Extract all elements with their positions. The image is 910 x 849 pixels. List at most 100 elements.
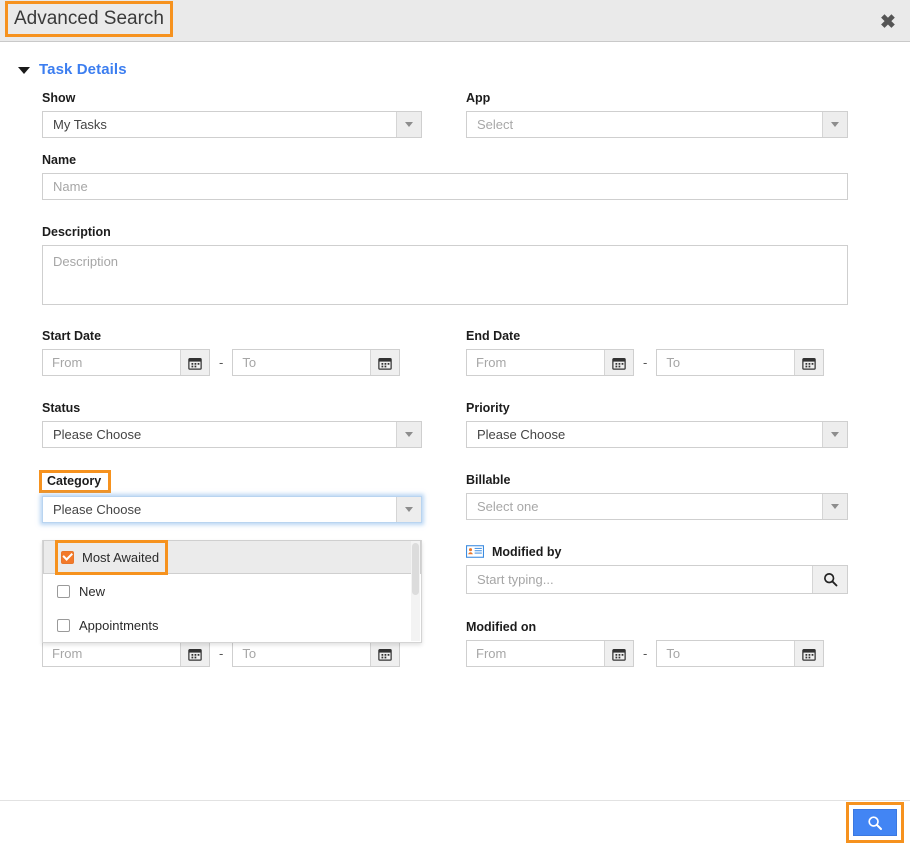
checkbox-new[interactable]: [57, 584, 70, 598]
modified-by-search[interactable]: [466, 565, 848, 594]
calendar-icon[interactable]: [180, 350, 209, 375]
calendar-icon[interactable]: [794, 641, 824, 666]
search-icon[interactable]: [812, 566, 847, 593]
start-date-to-input[interactable]: [233, 350, 371, 375]
search-icon: [868, 815, 882, 830]
calendar-icon[interactable]: [370, 641, 400, 666]
date-range-separator: -: [643, 355, 648, 370]
start-date-from-input[interactable]: [43, 350, 180, 375]
end-date-to[interactable]: [656, 349, 825, 376]
calendar-icon[interactable]: [794, 350, 824, 375]
dropdown-scrollbar[interactable]: [411, 541, 420, 641]
chevron-down-icon[interactable]: [822, 422, 847, 447]
name-input[interactable]: [42, 173, 848, 200]
status-select[interactable]: Please Choose: [42, 421, 422, 448]
row-name: Name: [0, 153, 910, 225]
dialog-title: Advanced Search: [5, 1, 173, 37]
field-status: Status Please Choose: [42, 401, 422, 448]
category-dropdown-panel[interactable]: Most Awaited New Appointments: [42, 539, 422, 643]
contact-card-icon: [466, 545, 484, 558]
status-select-value: Please Choose: [53, 427, 142, 442]
show-select-value: My Tasks: [53, 117, 107, 132]
close-icon[interactable]: ✖: [876, 10, 900, 34]
category-select-value: Please Choose: [53, 502, 142, 517]
chevron-down-icon[interactable]: [396, 112, 421, 137]
search-button[interactable]: [853, 809, 897, 836]
end-date-from-input[interactable]: [467, 350, 604, 375]
created-on-from[interactable]: [42, 640, 210, 667]
modified-on-to[interactable]: [656, 640, 825, 667]
status-label: Status: [42, 401, 81, 415]
created-on-from-input[interactable]: [43, 641, 180, 666]
row-description: Description: [0, 225, 910, 329]
start-date-label: Start Date: [42, 329, 102, 343]
field-name: Name: [42, 153, 848, 200]
row-show-app: Show My Tasks App Select: [0, 91, 910, 153]
row-dates: Start Date -: [0, 329, 910, 401]
modified-on-label: Modified on: [466, 620, 537, 634]
priority-select-value: Please Choose: [477, 427, 566, 442]
date-range-separator: -: [219, 355, 224, 370]
field-modified-on: Modified on -: [466, 620, 825, 667]
chevron-down-icon[interactable]: [396, 422, 421, 447]
created-on-to[interactable]: [232, 640, 401, 667]
billable-label: Billable: [466, 473, 511, 487]
calendar-icon[interactable]: [604, 350, 633, 375]
description-label: Description: [42, 225, 111, 239]
calendar-icon[interactable]: [604, 641, 633, 666]
modified-on-from-input[interactable]: [467, 641, 604, 666]
field-app: App Select: [466, 91, 848, 138]
dropdown-option-label: Appointments: [79, 617, 159, 633]
date-range-separator: -: [643, 646, 648, 661]
calendar-icon[interactable]: [180, 641, 209, 666]
description-textarea[interactable]: [42, 245, 848, 305]
show-label: Show: [42, 91, 76, 105]
advanced-search-dialog: Advanced Search ✖ Task Details Show My T…: [0, 0, 910, 849]
priority-select[interactable]: Please Choose: [466, 421, 848, 448]
created-on-to-input[interactable]: [233, 641, 371, 666]
dropdown-option-new[interactable]: New: [43, 574, 421, 608]
start-date-to[interactable]: [232, 349, 401, 376]
chevron-down-icon[interactable]: [822, 112, 847, 137]
chevron-down-icon[interactable]: [822, 494, 847, 519]
chevron-down-icon[interactable]: [18, 67, 30, 74]
checkbox-appointments[interactable]: [57, 618, 70, 632]
modified-on-to-input[interactable]: [657, 641, 795, 666]
dropdown-option-label: Most Awaited: [82, 549, 160, 565]
calendar-icon[interactable]: [370, 350, 400, 375]
task-details-section-header[interactable]: Task Details: [18, 61, 127, 78]
end-date-label: End Date: [466, 329, 521, 343]
category-label: Category: [38, 470, 112, 493]
field-category: Category Please Choose: [38, 470, 422, 523]
end-date-to-input[interactable]: [657, 350, 795, 375]
priority-label: Priority: [466, 401, 510, 415]
show-select[interactable]: My Tasks: [42, 111, 422, 138]
billable-select-value: Select one: [477, 499, 539, 514]
app-select[interactable]: Select: [466, 111, 848, 138]
billable-select[interactable]: Select one: [466, 493, 848, 520]
field-end-date: End Date -: [466, 329, 825, 376]
app-label: App: [466, 91, 491, 105]
checkbox-most-awaited[interactable]: [61, 550, 74, 564]
app-select-value: Select: [477, 117, 514, 132]
field-start-date: Start Date -: [42, 329, 401, 376]
date-range-separator: -: [219, 646, 224, 661]
name-label: Name: [42, 153, 77, 167]
dropdown-option-appointments[interactable]: Appointments: [43, 608, 421, 642]
chevron-down-icon[interactable]: [396, 497, 421, 522]
modified-on-from[interactable]: [466, 640, 634, 667]
row-status-priority: Status Please Choose Priority Please Cho…: [0, 401, 910, 473]
field-show: Show My Tasks: [42, 91, 422, 138]
dropdown-option-most-awaited[interactable]: Most Awaited: [43, 539, 421, 575]
start-date-from[interactable]: [42, 349, 210, 376]
row-category-billable: Category Please Choose Billable Select o…: [0, 470, 910, 545]
modified-by-label: Modified by: [492, 545, 562, 559]
modified-by-input[interactable]: [467, 566, 812, 593]
field-billable: Billable Select one: [466, 473, 848, 520]
search-button-highlight: [846, 802, 904, 843]
end-date-from[interactable]: [466, 349, 634, 376]
field-description: Description: [42, 225, 848, 310]
field-modified-by: Modified by: [466, 545, 848, 594]
dialog-titlebar: Advanced Search ✖: [0, 0, 910, 42]
category-select[interactable]: Please Choose: [42, 496, 422, 523]
